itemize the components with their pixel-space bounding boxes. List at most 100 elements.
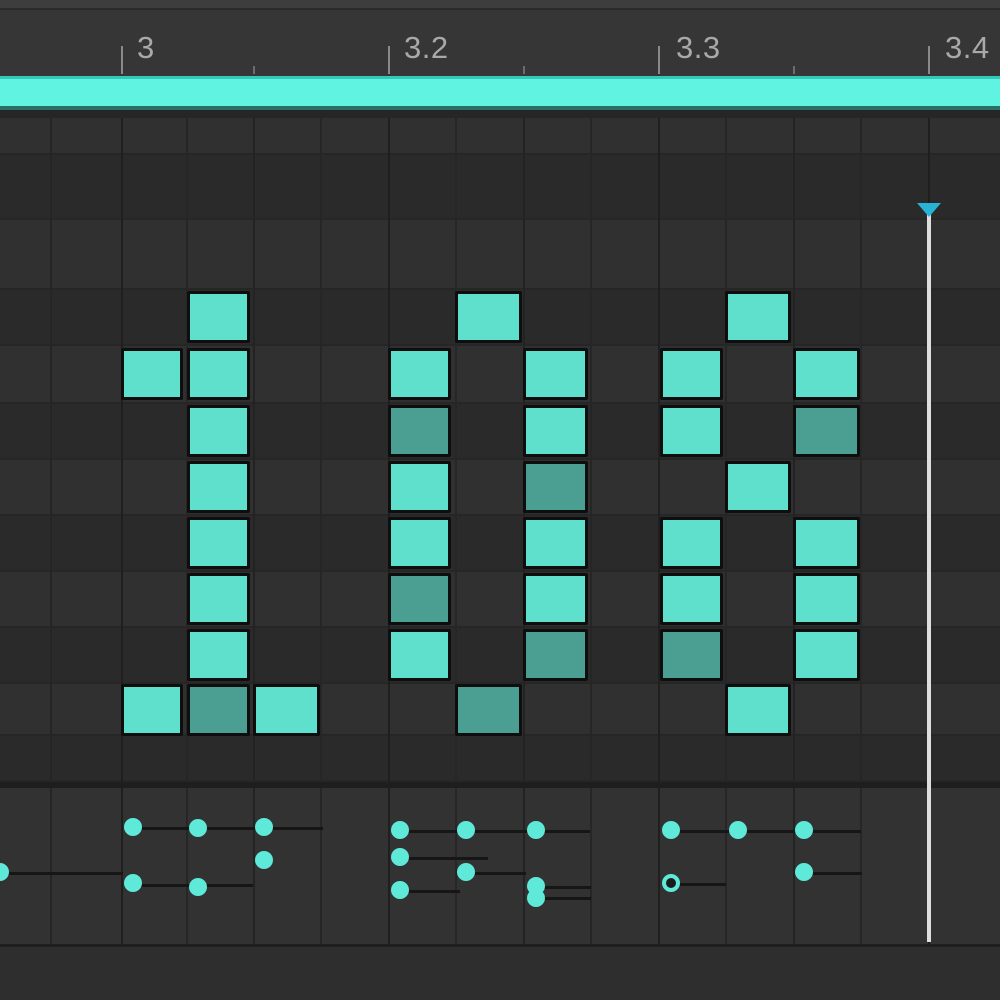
midi-note[interactable] bbox=[523, 573, 588, 625]
velocity-grid-line bbox=[860, 788, 862, 944]
midi-note[interactable] bbox=[187, 517, 250, 569]
key-lane bbox=[0, 118, 1000, 155]
velocity-handle[interactable] bbox=[795, 821, 813, 839]
velocity-handle[interactable] bbox=[189, 819, 207, 837]
midi-note[interactable] bbox=[660, 517, 723, 569]
midi-note-dim[interactable] bbox=[187, 684, 250, 736]
velocity-lane[interactable] bbox=[0, 788, 1000, 944]
ruler-top-edge bbox=[0, 0, 1000, 10]
midi-note-dim[interactable] bbox=[455, 684, 522, 736]
velocity-handle[interactable] bbox=[255, 818, 273, 836]
ruler-tick-major bbox=[658, 46, 660, 74]
midi-note[interactable] bbox=[793, 629, 860, 681]
grid-line bbox=[320, 118, 322, 782]
key-lane bbox=[0, 220, 1000, 290]
grid-line bbox=[50, 118, 52, 782]
ruler-tick-major bbox=[121, 46, 123, 74]
velocity-grid-line bbox=[121, 788, 123, 944]
velocity-grid-line bbox=[50, 788, 52, 944]
midi-note[interactable] bbox=[388, 461, 451, 513]
velocity-stem bbox=[671, 830, 861, 833]
midi-note[interactable] bbox=[388, 348, 451, 400]
ruler-tick-minor bbox=[253, 66, 255, 74]
velocity-grid-line bbox=[590, 788, 592, 944]
ruler-tick-minor bbox=[793, 66, 795, 74]
grid-line bbox=[121, 118, 123, 782]
velocity-handle[interactable] bbox=[391, 848, 409, 866]
velocity-handle[interactable] bbox=[527, 821, 545, 839]
midi-note[interactable] bbox=[725, 461, 791, 513]
midi-note[interactable] bbox=[725, 291, 791, 343]
midi-note[interactable] bbox=[187, 405, 250, 457]
midi-note-dim[interactable] bbox=[660, 629, 723, 681]
grid-line bbox=[455, 118, 457, 782]
midi-note-dim[interactable] bbox=[523, 629, 588, 681]
velocity-handle[interactable] bbox=[255, 851, 273, 869]
grid-line bbox=[860, 118, 862, 782]
velocity-handle[interactable] bbox=[729, 821, 747, 839]
editor-bottom-bar bbox=[0, 944, 1000, 1000]
loop-brace[interactable] bbox=[0, 76, 1000, 110]
midi-note[interactable] bbox=[187, 573, 250, 625]
velocity-handle[interactable] bbox=[124, 818, 142, 836]
velocity-grid-line bbox=[455, 788, 457, 944]
velocity-handle[interactable] bbox=[662, 821, 680, 839]
key-lane bbox=[0, 460, 1000, 516]
velocity-handle[interactable] bbox=[527, 889, 545, 907]
midi-note[interactable] bbox=[253, 684, 320, 736]
velocity-handle[interactable] bbox=[124, 874, 142, 892]
midi-note[interactable] bbox=[187, 291, 250, 343]
velocity-handle[interactable] bbox=[795, 863, 813, 881]
midi-note[interactable] bbox=[660, 573, 723, 625]
velocity-handle[interactable] bbox=[391, 821, 409, 839]
midi-note[interactable] bbox=[187, 348, 250, 400]
midi-note[interactable] bbox=[523, 405, 588, 457]
velocity-handle[interactable] bbox=[0, 863, 9, 881]
midi-note[interactable] bbox=[388, 629, 451, 681]
midi-note[interactable] bbox=[523, 517, 588, 569]
midi-note[interactable] bbox=[793, 517, 860, 569]
midi-note[interactable] bbox=[660, 405, 723, 457]
midi-note[interactable] bbox=[121, 684, 183, 736]
midi-note-dim[interactable] bbox=[388, 405, 451, 457]
velocity-grid-line bbox=[523, 788, 525, 944]
midi-note[interactable] bbox=[793, 573, 860, 625]
velocity-grid-line bbox=[793, 788, 795, 944]
midi-note[interactable] bbox=[187, 461, 250, 513]
midi-note[interactable] bbox=[523, 348, 588, 400]
velocity-handle[interactable] bbox=[189, 878, 207, 896]
velocity-grid-line bbox=[186, 788, 188, 944]
midi-note-dim[interactable] bbox=[388, 573, 451, 625]
ruler-label-3: 3 bbox=[137, 30, 155, 65]
velocity-handle[interactable] bbox=[457, 821, 475, 839]
midi-clip-editor: 3 3.2 3.3 3.4 bbox=[0, 0, 1000, 1000]
velocity-handle-hollow[interactable] bbox=[662, 874, 680, 892]
midi-note[interactable] bbox=[388, 517, 451, 569]
midi-note[interactable] bbox=[660, 348, 723, 400]
playhead-line bbox=[927, 210, 931, 942]
velocity-handle[interactable] bbox=[391, 881, 409, 899]
midi-note[interactable] bbox=[455, 291, 522, 343]
midi-note[interactable] bbox=[725, 684, 791, 736]
velocity-stem bbox=[400, 830, 590, 833]
velocity-grid-line bbox=[253, 788, 255, 944]
key-lane bbox=[0, 736, 1000, 782]
midi-note[interactable] bbox=[121, 348, 183, 400]
midi-note-dim[interactable] bbox=[793, 405, 860, 457]
velocity-handle[interactable] bbox=[457, 863, 475, 881]
velocity-stem bbox=[466, 872, 526, 875]
velocity-grid-line bbox=[725, 788, 727, 944]
ruler-label-3-3: 3.3 bbox=[676, 30, 721, 65]
note-editor-grid[interactable] bbox=[0, 118, 1000, 782]
grid-line bbox=[590, 118, 592, 782]
midi-note[interactable] bbox=[187, 629, 250, 681]
midi-note-dim[interactable] bbox=[523, 461, 588, 513]
beat-time-ruler[interactable]: 3 3.2 3.3 3.4 bbox=[0, 0, 1000, 76]
midi-note[interactable] bbox=[793, 348, 860, 400]
playhead-triangle-icon[interactable] bbox=[917, 203, 941, 217]
velocity-stem bbox=[133, 827, 323, 830]
ruler-tick-major bbox=[388, 46, 390, 74]
ruler-tick-minor bbox=[523, 66, 525, 74]
velocity-grid-line bbox=[658, 788, 660, 944]
grid-line bbox=[725, 118, 727, 782]
